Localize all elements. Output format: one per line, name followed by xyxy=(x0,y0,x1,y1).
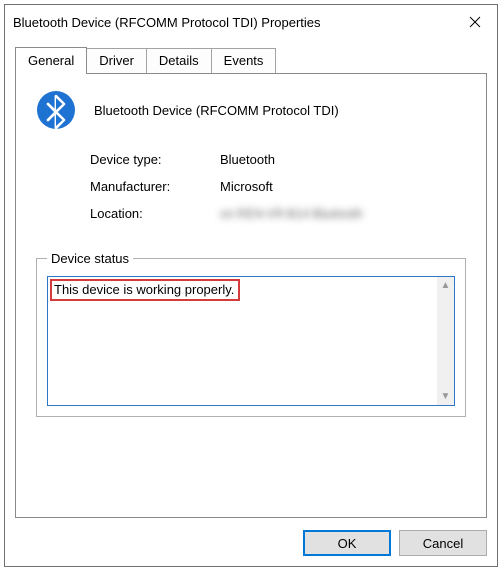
device-type-value: Bluetooth xyxy=(220,152,275,167)
status-highlight: This device is working properly. xyxy=(50,279,240,301)
bluetooth-icon xyxy=(36,90,76,130)
manufacturer-label: Manufacturer: xyxy=(90,179,220,194)
close-icon xyxy=(469,16,481,28)
tab-strip: General Driver Details Events xyxy=(15,45,487,73)
cancel-button[interactable]: Cancel xyxy=(399,530,487,556)
ok-button[interactable]: OK xyxy=(303,530,391,556)
tab-panel-general: Bluetooth Device (RFCOMM Protocol TDI) D… xyxy=(15,73,487,518)
manufacturer-value: Microsoft xyxy=(220,179,273,194)
device-status-text: This device is working properly. xyxy=(54,282,234,297)
location-value: on REN-VR-B14 Bluetooth xyxy=(220,206,362,221)
window-title: Bluetooth Device (RFCOMM Protocol TDI) P… xyxy=(13,15,321,30)
properties-dialog: Bluetooth Device (RFCOMM Protocol TDI) P… xyxy=(4,4,498,567)
device-status-textbox[interactable]: This device is working properly. ▲ ▼ xyxy=(47,276,455,406)
device-status-group: Device status This device is working pro… xyxy=(36,251,466,417)
tab-driver[interactable]: Driver xyxy=(86,48,147,73)
device-info: Device type: Bluetooth Manufacturer: Mic… xyxy=(90,152,466,233)
titlebar: Bluetooth Device (RFCOMM Protocol TDI) P… xyxy=(5,5,497,39)
tab-events[interactable]: Events xyxy=(211,48,277,73)
device-header: Bluetooth Device (RFCOMM Protocol TDI) xyxy=(36,90,466,130)
device-name: Bluetooth Device (RFCOMM Protocol TDI) xyxy=(94,103,339,118)
scroll-down-icon: ▼ xyxy=(437,388,454,405)
tab-details[interactable]: Details xyxy=(146,48,212,73)
device-status-legend: Device status xyxy=(47,251,133,266)
scrollbar[interactable]: ▲ ▼ xyxy=(437,277,454,405)
scroll-up-icon: ▲ xyxy=(437,277,454,294)
dialog-content: General Driver Details Events Bluetooth … xyxy=(5,39,497,566)
location-label: Location: xyxy=(90,206,220,221)
tab-general[interactable]: General xyxy=(15,47,87,74)
close-button[interactable] xyxy=(452,7,497,37)
dialog-buttons: OK Cancel xyxy=(15,518,487,556)
device-type-label: Device type: xyxy=(90,152,220,167)
